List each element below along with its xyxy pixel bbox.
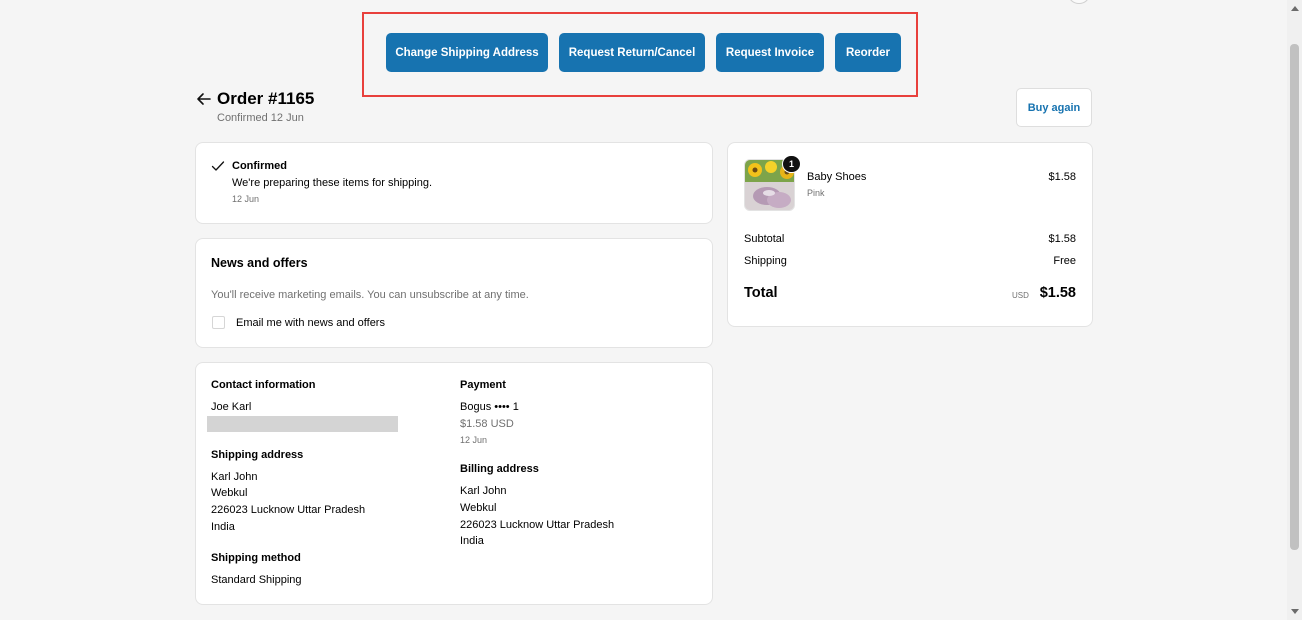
status-title: Confirmed — [232, 160, 287, 172]
product-name: Baby Shoes — [807, 171, 867, 183]
subtotal-value: $1.58 — [1048, 233, 1076, 245]
news-checkbox[interactable] — [212, 316, 225, 329]
shipping-method-heading: Shipping method — [211, 552, 301, 564]
payment-method: Bogus •••• 1 — [460, 401, 519, 413]
shipping-address-line: Webkul — [211, 487, 248, 499]
status-date: 12 Jun — [232, 194, 260, 204]
total-label: Total — [744, 285, 778, 301]
payment-amount: $1.58 USD — [460, 418, 514, 430]
order-details-card — [195, 362, 713, 605]
shipping-address-line: India — [211, 521, 235, 533]
scroll-down-arrow-icon[interactable] — [1290, 608, 1299, 616]
product-price: $1.58 — [1048, 171, 1076, 183]
scrollbar-thumb[interactable] — [1290, 44, 1299, 550]
billing-address-line: Karl John — [460, 485, 507, 497]
billing-address-line: India — [460, 535, 484, 547]
total-value: $1.58 — [1039, 285, 1076, 301]
news-checkbox-label[interactable]: Email me with news and offers — [236, 317, 385, 329]
news-description: You'll receive marketing emails. You can… — [211, 289, 529, 301]
subtotal-label: Subtotal — [744, 233, 785, 245]
billing-address-heading: Billing address — [460, 463, 539, 475]
product-variant: Pink — [807, 188, 825, 198]
checkmark-icon — [211, 161, 225, 171]
request-return-cancel-button[interactable]: Request Return/Cancel — [559, 33, 705, 72]
buy-again-button[interactable]: Buy again — [1016, 88, 1092, 127]
contact-name: Joe Karl — [211, 401, 252, 413]
payment-date: 12 Jun — [460, 435, 488, 445]
back-arrow-icon[interactable] — [195, 90, 213, 108]
order-subtitle: Confirmed 12 Jun — [217, 112, 304, 124]
shipping-label: Shipping — [744, 255, 787, 267]
request-invoice-button[interactable]: Request Invoice — [716, 33, 824, 72]
status-message: We're preparing these items for shipping… — [232, 177, 432, 189]
reorder-button[interactable]: Reorder — [835, 33, 901, 72]
shipping-address-heading: Shipping address — [211, 449, 304, 461]
scroll-up-arrow-icon[interactable] — [1290, 4, 1299, 12]
shipping-method-value: Standard Shipping — [211, 574, 302, 586]
shipping-address-line: 226023 Lucknow Uttar Pradesh — [211, 504, 366, 516]
contact-heading: Contact information — [211, 379, 316, 391]
total-currency: USD — [1012, 291, 1029, 300]
redacted-email — [207, 416, 398, 432]
payment-heading: Payment — [460, 379, 506, 391]
shipping-value: Free — [1053, 255, 1076, 267]
billing-address-line: Webkul — [460, 502, 497, 514]
shipping-address-line: Karl John — [211, 471, 258, 483]
billing-address-line: 226023 Lucknow Uttar Pradesh — [460, 519, 615, 531]
news-title: News and offers — [211, 256, 308, 270]
order-title: Order #1165 — [217, 89, 315, 108]
profile-avatar[interactable] — [1068, 0, 1090, 4]
change-shipping-address-button[interactable]: Change Shipping Address — [386, 33, 548, 72]
quantity-badge: 1 — [782, 155, 801, 173]
